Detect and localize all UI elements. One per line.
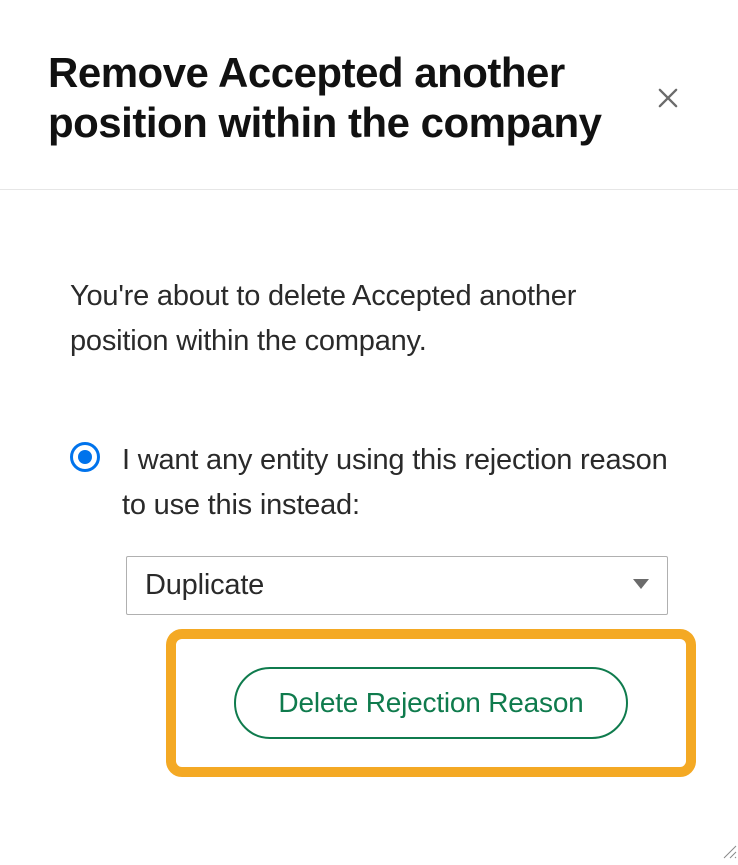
resize-handle-icon <box>722 844 738 860</box>
warning-text: You're about to delete Accepted another … <box>70 274 668 364</box>
radio-inner-icon <box>78 450 92 464</box>
dialog-body: You're about to delete Accepted another … <box>0 190 738 817</box>
select-container: Duplicate <box>126 556 668 615</box>
option-replace-label: I want any entity using this rejection r… <box>122 438 668 528</box>
delete-rejection-reason-button[interactable]: Delete Rejection Reason <box>234 667 627 739</box>
dialog-title: Remove Accepted another position within … <box>48 48 608 149</box>
close-icon <box>654 84 682 112</box>
chevron-down-icon <box>633 576 649 594</box>
select-value: Duplicate <box>145 569 264 602</box>
radio-replace[interactable] <box>70 442 100 472</box>
radio-outer-icon <box>70 442 100 472</box>
replacement-reason-select[interactable]: Duplicate <box>126 556 668 615</box>
option-replace-row: I want any entity using this rejection r… <box>70 438 668 528</box>
delete-highlight-box: Delete Rejection Reason <box>166 629 696 777</box>
close-button[interactable] <box>646 76 690 120</box>
dialog-header: Remove Accepted another position within … <box>0 0 738 190</box>
